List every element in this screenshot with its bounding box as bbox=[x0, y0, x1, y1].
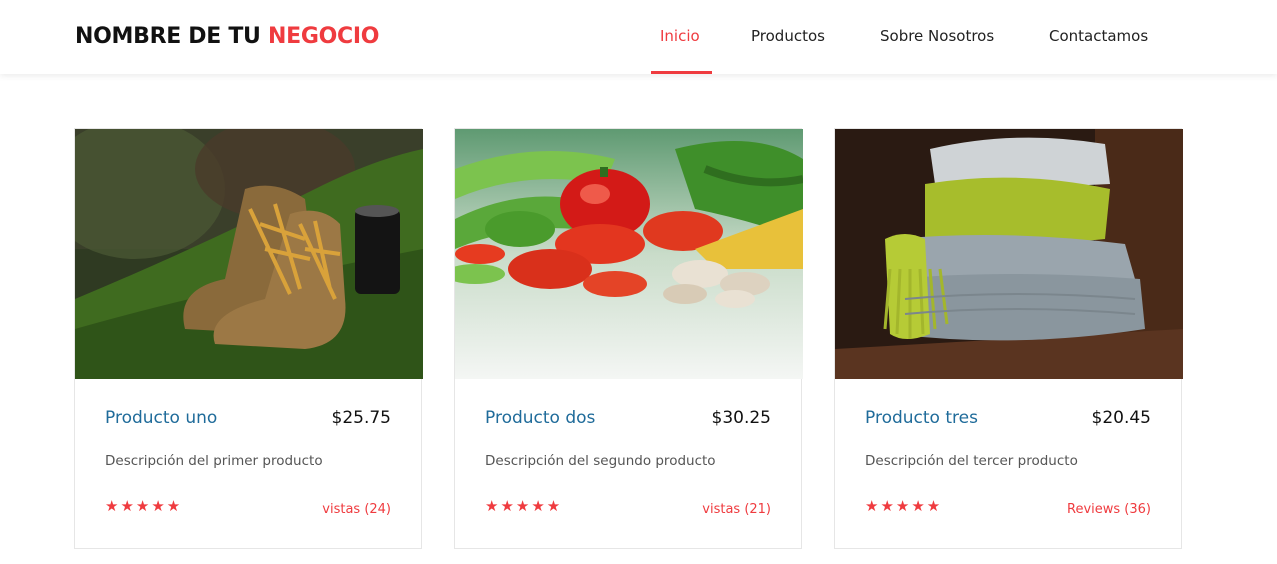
nav-sobre-nosotros[interactable]: Sobre Nosotros bbox=[880, 27, 994, 45]
product-description: Descripción del primer producto bbox=[105, 453, 323, 469]
product-description: Descripción del tercer producto bbox=[865, 453, 1078, 469]
star-rating: ★★★★★ bbox=[105, 497, 183, 515]
brand-name: NOMBRE DE TU bbox=[75, 24, 268, 49]
brand-accent: NEGOCIO bbox=[267, 24, 380, 49]
star-rating: ★★★★★ bbox=[485, 497, 563, 515]
product-card[interactable]: Producto tres $20.45 Descripción del ter… bbox=[834, 128, 1183, 549]
product-title[interactable]: Producto dos bbox=[485, 408, 595, 428]
reviews-link[interactable]: vistas (24) bbox=[322, 502, 391, 517]
vegetables-photo[interactable] bbox=[455, 129, 803, 379]
product-description: Descripción del segundo producto bbox=[485, 453, 716, 469]
reviews-link[interactable]: vistas (21) bbox=[702, 502, 771, 517]
nav-active-indicator bbox=[651, 71, 712, 74]
product-price: $25.75 bbox=[331, 408, 391, 428]
product-price: $20.45 bbox=[1091, 408, 1151, 428]
product-card[interactable]: Producto dos $30.25 Descripción del segu… bbox=[454, 128, 803, 549]
product-price: $30.25 bbox=[711, 408, 771, 428]
product-card[interactable]: Producto uno $25.75 Descripción del prim… bbox=[74, 128, 423, 549]
brand-logo[interactable]: NOMBRE DE TU NEGOCIO bbox=[75, 24, 379, 49]
scarves-photo[interactable] bbox=[835, 129, 1183, 379]
site-header: NOMBRE DE TU NEGOCIO Inicio Productos So… bbox=[0, 0, 1277, 74]
nav-productos[interactable]: Productos bbox=[751, 27, 825, 45]
product-title[interactable]: Producto tres bbox=[865, 408, 978, 428]
product-title[interactable]: Producto uno bbox=[105, 408, 217, 428]
nav-contactamos[interactable]: Contactamos bbox=[1049, 27, 1148, 45]
nav-inicio[interactable]: Inicio bbox=[660, 27, 700, 45]
reviews-link[interactable]: Reviews (36) bbox=[1067, 502, 1151, 517]
star-rating: ★★★★★ bbox=[865, 497, 943, 515]
boots-photo[interactable] bbox=[75, 129, 423, 379]
